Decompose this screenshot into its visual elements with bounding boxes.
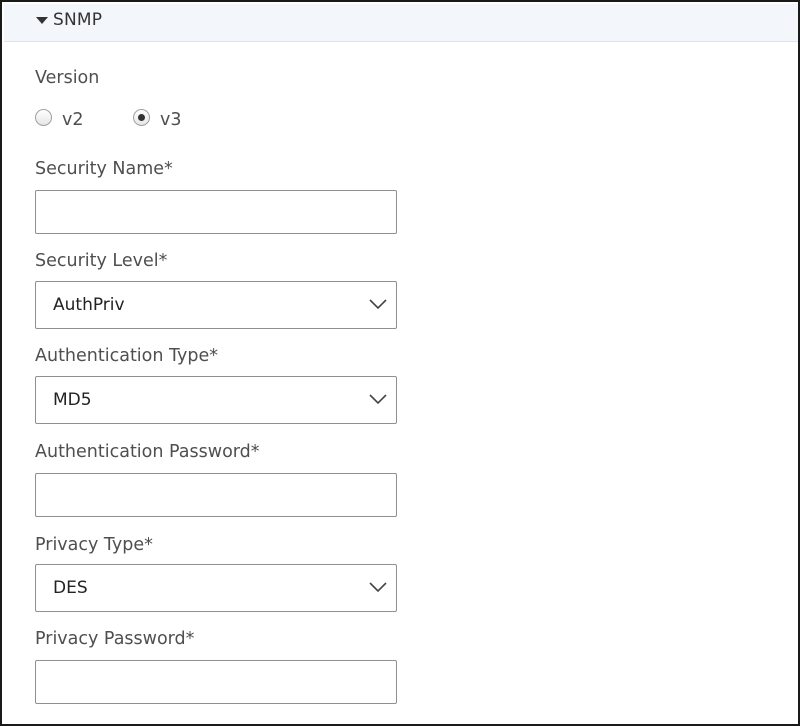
authentication-password-label: Authentication Password* (35, 442, 260, 462)
caret-down-icon[interactable] (36, 17, 48, 24)
chevron-down-icon (369, 394, 387, 405)
version-option-v2[interactable]: v2 (35, 108, 95, 134)
security-level-value: AuthPriv (53, 295, 125, 315)
authentication-type-value: MD5 (53, 390, 92, 410)
security-name-label: Security Name* (35, 159, 173, 179)
snmp-panel: SNMP Version v2 v3 Security Name* Securi… (0, 0, 800, 726)
privacy-type-select[interactable]: DES (35, 564, 397, 612)
radio-v3[interactable] (133, 109, 150, 126)
version-label: Version (35, 68, 100, 88)
authentication-type-label: Authentication Type* (35, 346, 218, 366)
authentication-password-input[interactable] (35, 473, 397, 517)
authentication-type-select[interactable]: MD5 (35, 376, 397, 424)
security-name-input[interactable] (35, 190, 397, 234)
radio-v2[interactable] (35, 109, 52, 126)
radio-v2-label: v2 (62, 110, 84, 130)
radio-v3-label: v3 (160, 110, 182, 130)
security-level-select[interactable]: AuthPriv (35, 281, 397, 329)
section-title: SNMP (53, 10, 103, 30)
security-level-label: Security Level* (35, 251, 168, 271)
chevron-down-icon (369, 299, 387, 310)
chevron-down-icon (369, 582, 387, 593)
version-option-v3[interactable]: v3 (133, 108, 193, 134)
privacy-password-input[interactable] (35, 660, 397, 704)
privacy-type-label: Privacy Type* (35, 535, 153, 555)
snmp-section-header[interactable]: SNMP (4, 4, 798, 42)
privacy-type-value: DES (53, 578, 88, 598)
privacy-password-label: Privacy Password* (35, 629, 195, 649)
